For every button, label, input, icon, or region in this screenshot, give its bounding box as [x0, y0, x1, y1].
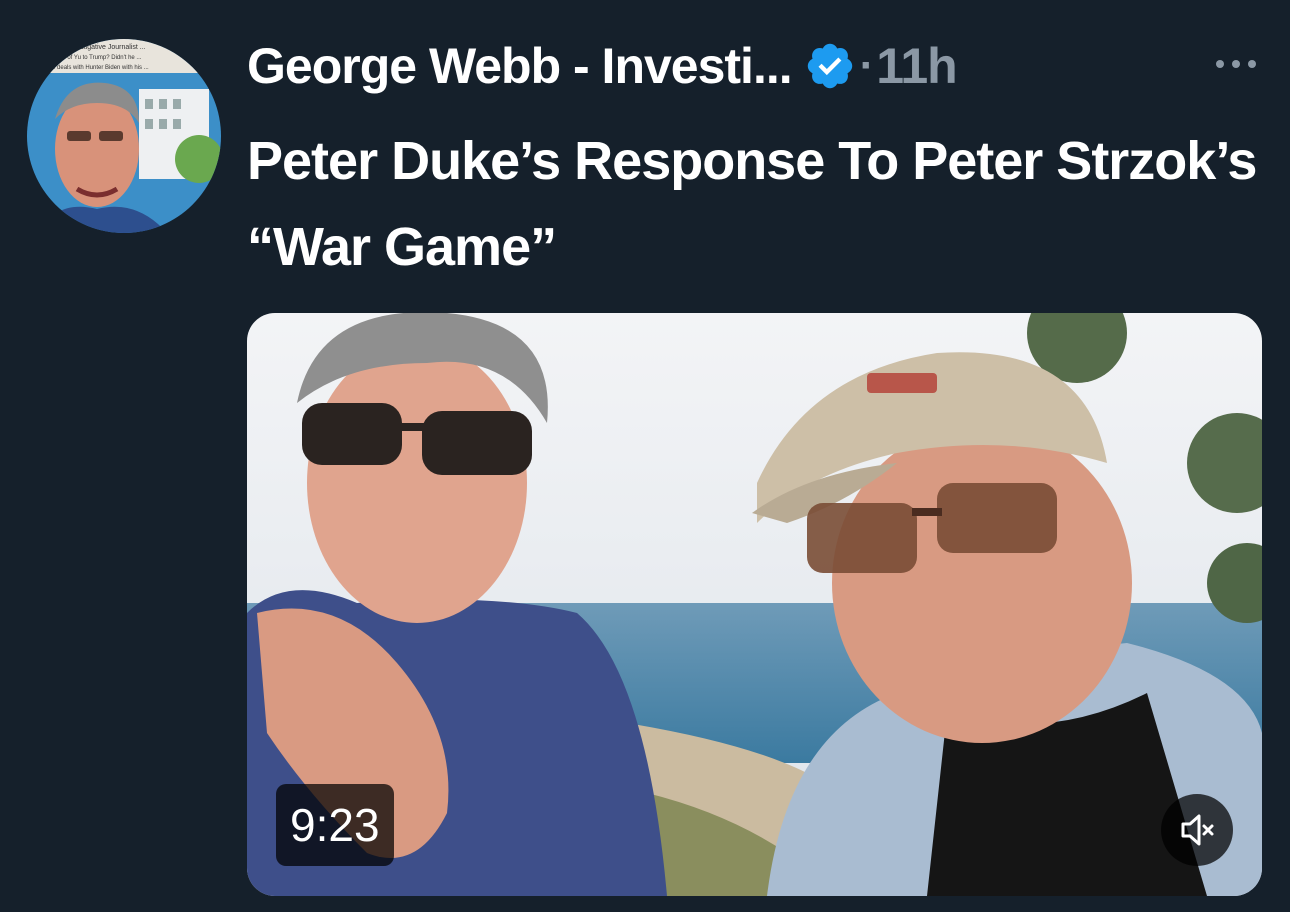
avatar[interactable]: Investigative Journalist ... ...ame of Y…: [27, 39, 221, 233]
more-horizontal-icon[interactable]: [1208, 40, 1264, 88]
tweet-header: George Webb - Investi... · 11h: [247, 30, 958, 102]
time-separator: ·: [859, 41, 875, 90]
tweet-text: Peter Duke’s Response To Peter Strzok’s …: [247, 131, 1257, 277]
video-thumbnail: [247, 313, 1262, 896]
timestamp[interactable]: 11h: [876, 37, 957, 95]
tweet[interactable]: Investigative Journalist ... ...ame of Y…: [0, 0, 1290, 912]
avatar-image: Investigative Journalist ... ...ame of Y…: [27, 39, 221, 233]
avatar-caption-1: Investigative Journalist ...: [67, 44, 146, 51]
video-duration: 9:23: [276, 784, 394, 866]
author-name[interactable]: George Webb - Investi...: [247, 37, 793, 95]
avatar-caption-2: ...ame of Yu to Trump? Didn't he ...: [49, 55, 142, 61]
verified-badge-icon[interactable]: [804, 40, 856, 92]
video-player[interactable]: [247, 313, 1262, 896]
volume-muted-icon[interactable]: [1161, 794, 1233, 866]
avatar-caption-3: ...hone deals with Hunter Biden with his…: [37, 65, 149, 71]
